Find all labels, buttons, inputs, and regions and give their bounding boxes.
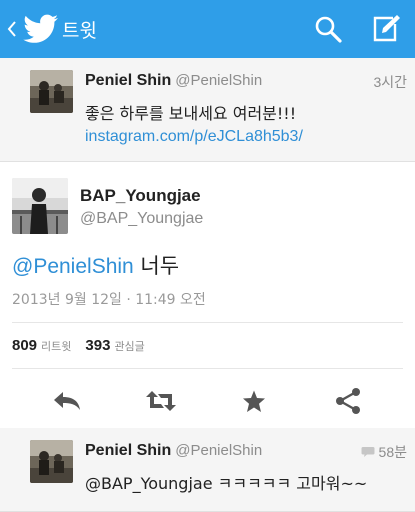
- tweet-time: 58분: [361, 442, 407, 462]
- avatar[interactable]: [30, 440, 73, 483]
- author-name[interactable]: Peniel Shin: [85, 72, 171, 89]
- back-chevron-icon: [7, 21, 16, 37]
- tweet-text: 좋은 하루를 보내세요 여러분!!!: [85, 104, 297, 123]
- tweet-text: @PenielShin 너두: [12, 254, 180, 278]
- share-button[interactable]: [318, 374, 378, 428]
- favorite-count[interactable]: 393: [85, 337, 110, 354]
- tweet-time: 3시간: [373, 74, 407, 90]
- tweet-timestamp: 2013년 9월 12일 · 11:49 오전: [12, 292, 206, 308]
- favorite-button[interactable]: [224, 374, 284, 428]
- reply-icon: [53, 392, 80, 410]
- divider: [12, 322, 403, 323]
- retweet-count[interactable]: 809: [12, 337, 37, 354]
- reply-button[interactable]: [37, 374, 97, 428]
- author-handle: @PenielShin: [175, 442, 263, 459]
- author-name[interactable]: BAP_Youngjae: [80, 186, 201, 206]
- twitter-bird-icon[interactable]: [22, 10, 60, 48]
- author-name[interactable]: Peniel Shin: [85, 442, 171, 459]
- avatar[interactable]: [12, 178, 68, 234]
- compose-button[interactable]: [357, 0, 415, 58]
- author-handle: @BAP_Youngjae: [80, 210, 204, 227]
- compose-icon: [373, 15, 400, 42]
- search-button[interactable]: [299, 0, 357, 58]
- favorite-label: 관심글: [114, 340, 145, 353]
- tweet-action-bar: [0, 374, 415, 428]
- conversation-bubble-icon: [361, 447, 375, 457]
- mention-link[interactable]: @PenielShin: [12, 255, 134, 278]
- tweet-stats: 809 리트윗 393 관심글: [12, 337, 155, 354]
- reply-tweet-top[interactable]: Peniel Shin @PenielShin 3시간 좋은 하루를 보내세요 여…: [0, 58, 415, 162]
- favorite-star-icon: [243, 390, 266, 412]
- search-icon: [315, 16, 342, 43]
- retweet-icon: [145, 391, 176, 411]
- app-bar: 트윗: [0, 0, 415, 58]
- avatar[interactable]: [30, 70, 73, 113]
- tweet-link[interactable]: instagram.com/p/eJCLa8h5b3/: [85, 128, 303, 146]
- divider: [12, 368, 403, 369]
- share-icon: [336, 388, 361, 414]
- page-title: 트윗: [62, 19, 97, 42]
- author-handle: @PenielShin: [175, 72, 263, 89]
- main-tweet: BAP_Youngjae @BAP_Youngjae @PenielShin 너…: [0, 162, 415, 428]
- retweet-button[interactable]: [131, 374, 191, 428]
- reply-tweet-bottom[interactable]: Peniel Shin @PenielShin 58분 @BAP_Youngjae…: [0, 428, 415, 512]
- tweet-text: @BAP_Youngjae ㅋㅋㅋㅋㅋ 고마워~~: [85, 474, 368, 493]
- back-button[interactable]: [2, 0, 22, 58]
- retweet-label: 리트윗: [41, 340, 72, 353]
